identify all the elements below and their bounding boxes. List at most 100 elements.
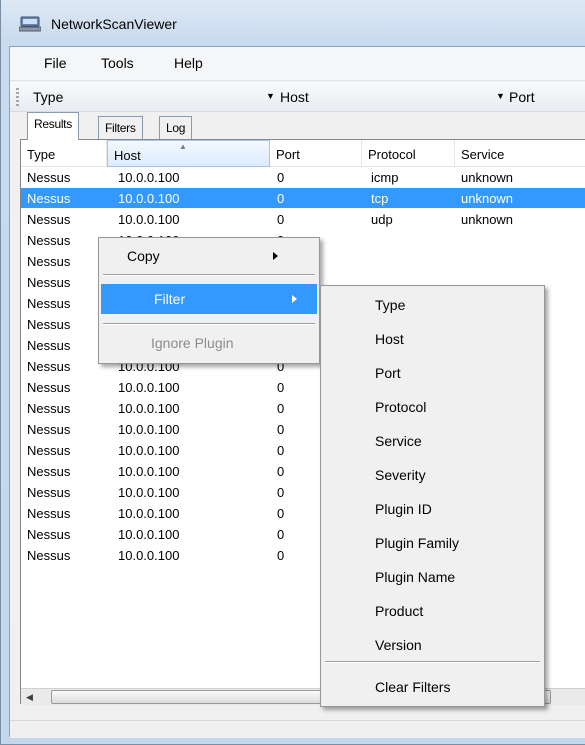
filter-clear-filters[interactable]: Clear Filters bbox=[323, 670, 538, 704]
filter-option-type[interactable]: Type bbox=[323, 288, 538, 322]
host-dropdown-arrow-icon[interactable]: ▼ bbox=[496, 91, 505, 101]
context-item-ignore-plugin-label: Ignore Plugin bbox=[151, 335, 234, 351]
context-item-filter-label: Filter bbox=[154, 291, 186, 307]
filter-option-plugin-name[interactable]: Plugin Name bbox=[323, 560, 538, 594]
table-cell-port: 0 bbox=[277, 527, 285, 542]
filter-option-label: Service bbox=[375, 433, 422, 449]
filter-option-severity[interactable]: Severity bbox=[323, 458, 538, 492]
table-cell-protocol: udp bbox=[371, 212, 393, 227]
column-header-type-label: Type bbox=[27, 147, 56, 162]
filter-option-label: Plugin ID bbox=[375, 501, 432, 517]
context-item-ignore-plugin[interactable]: Ignore Plugin bbox=[101, 328, 317, 358]
filter-option-protocol[interactable]: Protocol bbox=[323, 390, 538, 424]
table-cell-host: 10.0.0.100 bbox=[118, 527, 180, 542]
tab-log-label: Log bbox=[166, 121, 186, 135]
tab-results-label: Results bbox=[34, 117, 72, 131]
submenu-arrow-icon bbox=[292, 295, 297, 303]
title-bar[interactable]: NetworkScanViewer bbox=[1, 0, 585, 46]
table-cell-protocol: icmp bbox=[371, 170, 399, 185]
table-cell-type: Nessus bbox=[27, 464, 71, 479]
table-cell-port: 0 bbox=[277, 401, 285, 416]
table-cell-type: Nessus bbox=[27, 233, 71, 248]
table-cell-type: Nessus bbox=[27, 275, 71, 290]
filter-clear-filters-label: Clear Filters bbox=[375, 679, 451, 695]
filter-option-port[interactable]: Port bbox=[323, 356, 538, 390]
table-cell-port: 0 bbox=[277, 380, 285, 395]
table-row[interactable]: Nessus 10.0.0.100 0 tcp unknown bbox=[21, 188, 585, 208]
table-cell-type: Nessus bbox=[27, 317, 71, 332]
table-cell-port: 0 bbox=[277, 443, 285, 458]
filter-option-version[interactable]: Version bbox=[323, 628, 538, 662]
table-row[interactable]: Nessus 10.0.0.100 0 icmp unknown bbox=[21, 167, 585, 187]
context-separator bbox=[103, 323, 315, 325]
context-menu: Copy Filter Ignore Plugin bbox=[98, 237, 320, 364]
table-cell-port: 0 bbox=[277, 485, 285, 500]
list-header: Type Host ▲ Port Protocol Service bbox=[21, 140, 585, 167]
tab-strip: Results Filters Log bbox=[10, 112, 585, 140]
table-cell-host: 10.0.0.100 bbox=[118, 212, 180, 227]
submenu-arrow-icon bbox=[273, 252, 278, 260]
filter-submenu: Type Host Port Protocol Service Severity Plugi… bbox=[320, 285, 545, 707]
menu-bar: File Tools Help bbox=[10, 47, 585, 81]
type-dropdown-arrow-icon[interactable]: ▼ bbox=[266, 91, 275, 101]
filter-option-label: Version bbox=[375, 637, 422, 653]
filter-toolbar: Type ▼ Host ▼ Port bbox=[10, 82, 585, 112]
tab-log[interactable]: Log bbox=[159, 116, 193, 139]
column-header-port[interactable]: Port bbox=[270, 140, 362, 167]
table-cell-host: 10.0.0.100 bbox=[118, 170, 180, 185]
context-item-filter[interactable]: Filter bbox=[101, 284, 317, 314]
column-header-host[interactable]: Host ▲ bbox=[107, 140, 270, 167]
filter-option-plugin-family[interactable]: Plugin Family bbox=[323, 526, 538, 560]
filter-option-label: Product bbox=[375, 603, 424, 619]
table-cell-host: 10.0.0.100 bbox=[118, 191, 180, 206]
table-cell-service: unknown bbox=[461, 170, 514, 185]
table-cell-type: Nessus bbox=[27, 401, 71, 416]
table-row[interactable]: Nessus 10.0.0.100 0 udp unknown bbox=[21, 209, 585, 229]
scroll-left-arrow-icon[interactable]: ◀ bbox=[21, 689, 38, 705]
table-cell-type: Nessus bbox=[27, 338, 71, 353]
table-cell-type: Nessus bbox=[27, 380, 71, 395]
table-cell-port: 0 bbox=[277, 212, 285, 227]
table-cell-type: Nessus bbox=[27, 443, 71, 458]
table-cell-type: Nessus bbox=[27, 170, 71, 185]
window-title: NetworkScanViewer bbox=[51, 16, 177, 32]
port-dropdown-label[interactable]: Port bbox=[509, 89, 535, 105]
menu-help[interactable]: Help bbox=[174, 55, 203, 71]
table-cell-type: Nessus bbox=[27, 212, 71, 227]
context-separator bbox=[103, 274, 315, 276]
filter-option-label: Host bbox=[375, 331, 404, 347]
type-dropdown-label[interactable]: Type bbox=[33, 89, 63, 105]
table-cell-type: Nessus bbox=[27, 359, 71, 374]
table-cell-host: 10.0.0.100 bbox=[118, 548, 180, 563]
table-cell-protocol: tcp bbox=[371, 191, 389, 206]
filter-option-service[interactable]: Service bbox=[323, 424, 538, 458]
filter-option-host[interactable]: Host bbox=[323, 322, 538, 356]
host-dropdown-label[interactable]: Host bbox=[280, 89, 309, 105]
menu-tools[interactable]: Tools bbox=[101, 55, 134, 71]
filter-option-label: Plugin Name bbox=[375, 569, 456, 585]
column-header-type[interactable]: Type bbox=[21, 140, 107, 167]
table-cell-host: 10.0.0.100 bbox=[118, 443, 180, 458]
table-cell-host: 10.0.0.100 bbox=[118, 401, 180, 416]
table-cell-type: Nessus bbox=[27, 485, 71, 500]
menu-file[interactable]: File bbox=[44, 55, 67, 71]
column-header-protocol[interactable]: Protocol bbox=[362, 140, 455, 167]
filter-option-label: Type bbox=[375, 297, 406, 313]
column-header-service[interactable]: Service bbox=[455, 140, 585, 167]
tab-filters[interactable]: Filters bbox=[98, 116, 143, 139]
submenu-separator bbox=[325, 661, 540, 663]
table-cell-port: 0 bbox=[277, 170, 285, 185]
table-cell-type: Nessus bbox=[27, 191, 71, 206]
table-cell-port: 0 bbox=[277, 506, 285, 521]
context-item-copy[interactable]: Copy bbox=[101, 241, 317, 271]
table-cell-port: 0 bbox=[277, 422, 285, 437]
filter-option-label: Protocol bbox=[375, 399, 427, 415]
table-cell-host: 10.0.0.100 bbox=[118, 422, 180, 437]
table-cell-service: unknown bbox=[461, 212, 514, 227]
filter-option-label: Plugin Family bbox=[375, 535, 460, 551]
table-cell-port: 0 bbox=[277, 464, 285, 479]
tab-results[interactable]: Results bbox=[27, 112, 79, 140]
filter-option-plugin-id[interactable]: Plugin ID bbox=[323, 492, 538, 526]
toolbar-grip[interactable] bbox=[16, 88, 19, 106]
filter-option-product[interactable]: Product bbox=[323, 594, 538, 628]
